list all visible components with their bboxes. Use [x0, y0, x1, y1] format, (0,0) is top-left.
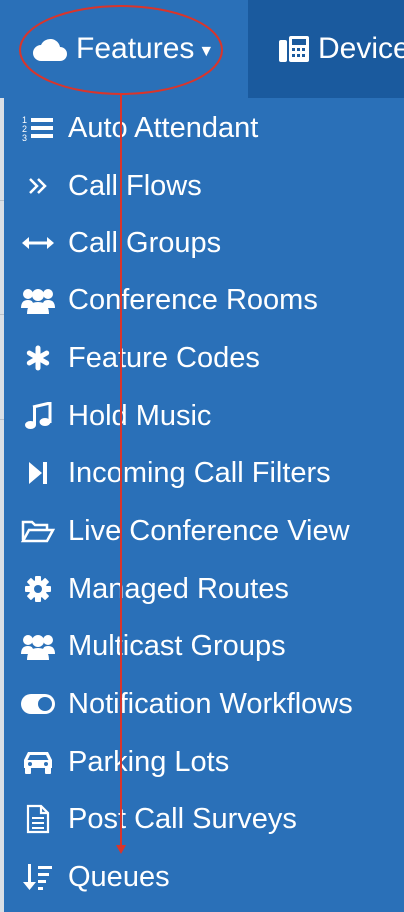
menu-item-auto-attendant[interactable]: 1 2 3 Auto Attendant	[4, 101, 404, 155]
cog-icon	[20, 573, 56, 605]
cloud-icon	[32, 36, 68, 62]
users-icon	[20, 630, 56, 662]
menu-item-live-conference-view[interactable]: Live Conference View	[4, 504, 404, 558]
menu-item-label: Managed Routes	[68, 572, 289, 605]
nav-devices-label: Devices	[318, 32, 404, 65]
menu-item-parking-lots[interactable]: Parking Lots	[4, 735, 404, 789]
menu-item-queues[interactable]: Queues	[4, 850, 404, 904]
menu-item-label: Notification Workflows	[68, 687, 353, 720]
menu-item-feature-codes[interactable]: Feature Codes	[4, 331, 404, 385]
menu-item-label: Queues	[68, 860, 170, 893]
menu-item-call-groups[interactable]: Call Groups	[4, 216, 404, 270]
menu-item-conference-rooms[interactable]: Conference Rooms	[4, 273, 404, 327]
menu-item-incoming-call-filters[interactable]: Incoming Call Filters	[4, 446, 404, 500]
menu-item-label: Feature Codes	[68, 341, 260, 374]
menu-item-label: Conference Rooms	[68, 283, 318, 316]
menu-item-label: Call Groups	[68, 226, 222, 259]
list-ol-icon: 1 2 3	[20, 112, 56, 144]
menu-item-managed-routes[interactable]: Managed Routes	[4, 562, 404, 616]
nav-features-tab[interactable]: Features ▼	[0, 0, 248, 98]
asterisk-icon	[20, 342, 56, 374]
menu-item-label: Live Conference View	[68, 514, 350, 547]
menu-item-multicast-groups[interactable]: Multicast Groups	[4, 619, 404, 673]
menu-item-label: Multicast Groups	[68, 629, 286, 662]
fax-icon	[278, 34, 310, 64]
music-icon	[20, 400, 56, 432]
menu-item-label: Call Flows	[68, 169, 202, 202]
angle-double-right-icon	[20, 170, 56, 202]
menu-item-label: Auto Attendant	[68, 111, 259, 144]
nav-features-label: Features	[76, 32, 195, 65]
menu-item-label: Incoming Call Filters	[68, 456, 331, 489]
users-icon	[20, 284, 56, 316]
menu-item-label: Parking Lots	[68, 745, 230, 778]
menu-item-post-call-surveys[interactable]: Post Call Surveys	[4, 792, 404, 846]
caret-down-icon: ▼	[198, 43, 215, 60]
menu-item-label: Hold Music	[68, 399, 212, 432]
step-forward-icon	[20, 457, 56, 489]
menu-item-hold-music[interactable]: Hold Music	[4, 389, 404, 443]
menu-item-call-flows[interactable]: Call Flows	[4, 159, 404, 213]
menu-item-notification-workflows[interactable]: Notification Workflows	[4, 677, 404, 731]
top-navbar: Features ▼ Devices	[0, 0, 404, 98]
car-icon	[20, 746, 56, 778]
arrows-h-icon	[20, 227, 56, 259]
features-dropdown-menu: 1 2 3 Auto Attendant Call Flows Call Gro…	[4, 98, 404, 912]
menu-item-label: Post Call Surveys	[68, 802, 297, 835]
nav-devices-tab[interactable]: Devices	[248, 0, 404, 98]
toggle-on-icon	[20, 688, 56, 720]
folder-open-icon	[20, 515, 56, 547]
svg-text:3: 3	[22, 133, 27, 142]
file-text-icon	[20, 803, 56, 835]
sort-amount-icon	[20, 861, 56, 893]
